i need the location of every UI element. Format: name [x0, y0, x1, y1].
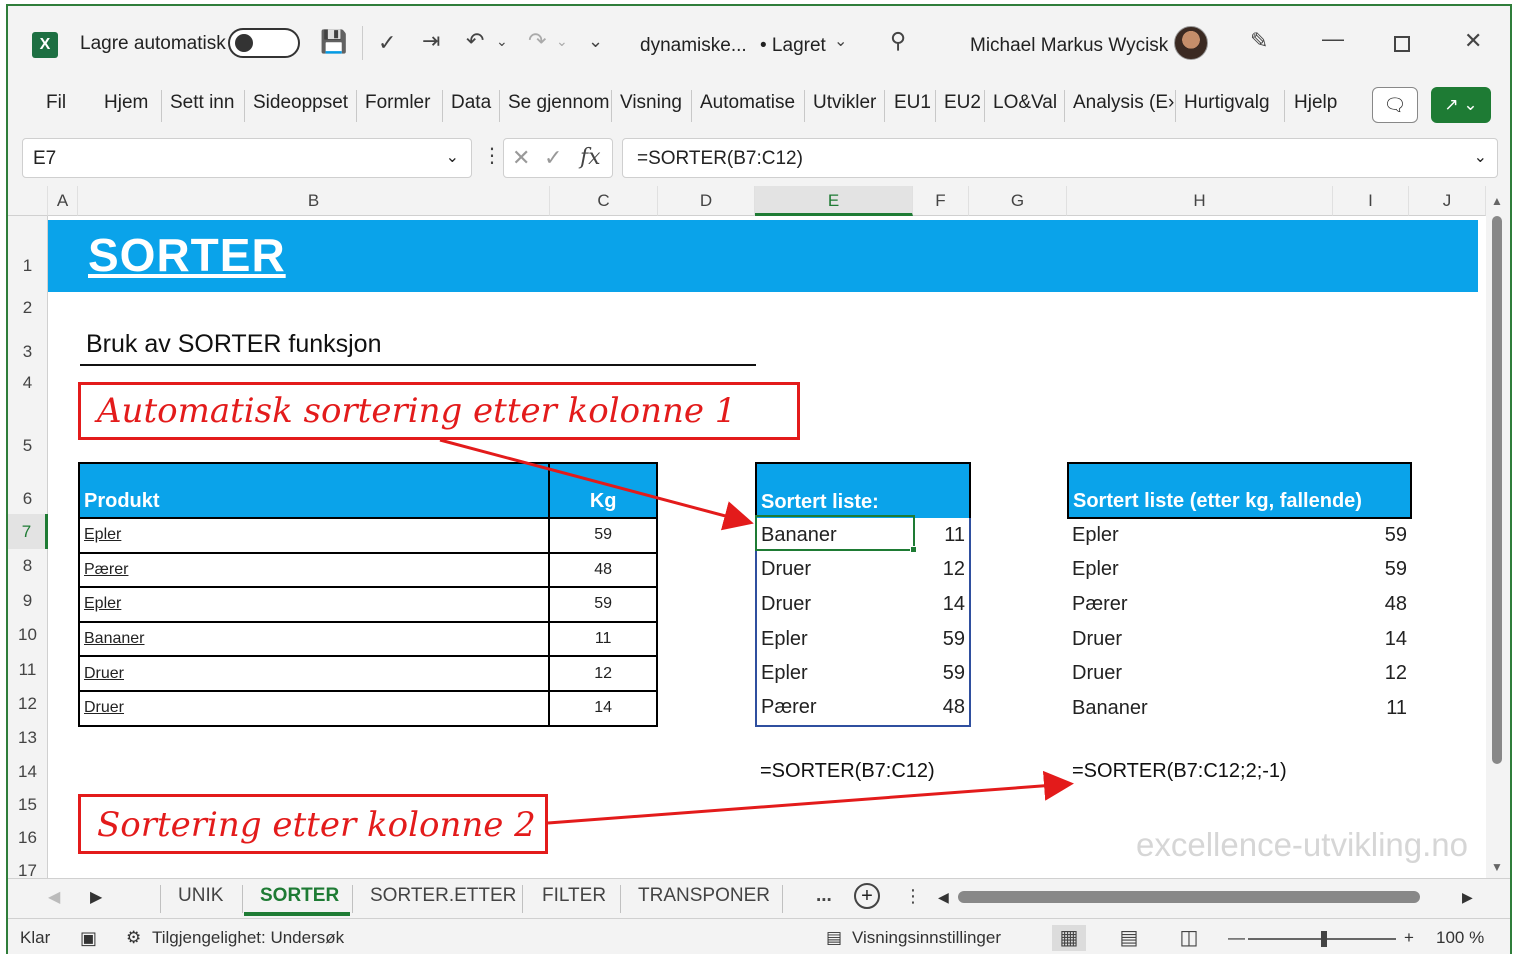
autosave-toggle[interactable]: [228, 28, 300, 58]
redo-icon[interactable]: ↷: [528, 30, 546, 52]
vertical-scrollbar[interactable]: ▲ ▼: [1486, 186, 1510, 878]
status-ready: Klar: [20, 928, 51, 947]
name-box[interactable]: E7 ⌄: [22, 138, 472, 178]
formula-controls: ✕ ✓ fx: [503, 138, 613, 178]
undo-icon[interactable]: ↶: [466, 30, 484, 52]
redo-dropdown-icon[interactable]: ⌄: [556, 34, 568, 48]
share-button[interactable]: ↗ ⌄: [1431, 87, 1491, 123]
formula-input[interactable]: =SORTER(B7:C12) ⌄: [622, 138, 1498, 178]
scroll-left-icon[interactable]: ◀: [938, 889, 949, 906]
more-sheets-button[interactable]: ...: [816, 885, 832, 907]
watermark: excellence-utvikling.no: [1136, 826, 1469, 863]
tab-fil[interactable]: Fil: [46, 92, 66, 114]
title-bar: X Lagre automatisk 💾 ✓ ⇥ ↶ ⌄ ↷ ⌄ ⌄ dynam…: [8, 6, 1510, 78]
file-name[interactable]: dynamiske...: [640, 35, 747, 57]
arrow-to-formula: [547, 770, 1074, 825]
scroll-up-icon[interactable]: ▲: [1491, 194, 1503, 208]
display-settings-icon[interactable]: ▤: [826, 928, 842, 948]
cancel-icon[interactable]: ✕: [512, 145, 530, 171]
next-sheet-icon[interactable]: ▶: [90, 887, 102, 907]
tab-hjelp[interactable]: Hjelp: [1294, 92, 1337, 114]
formula-text: =SORTER(B7:C12): [637, 148, 803, 169]
display-settings[interactable]: Visningsinnstillinger: [852, 928, 1001, 948]
customize-toolbar-icon[interactable]: ⌄: [588, 32, 603, 50]
tab-utvikler[interactable]: Utvikler: [813, 92, 876, 114]
tab-analysis[interactable]: Analysis (E›: [1073, 92, 1174, 114]
normal-view-icon[interactable]: ▦: [1052, 925, 1086, 951]
spellcheck-icon[interactable]: ✓: [378, 32, 396, 54]
minimize-icon[interactable]: —: [1322, 28, 1344, 50]
save-icon[interactable]: 💾: [320, 31, 347, 53]
tab-sideoppsett[interactable]: Sideoppset: [253, 92, 348, 114]
zoom-out-icon[interactable]: —: [1228, 928, 1245, 948]
page-break-icon[interactable]: ◫: [1172, 925, 1206, 951]
prev-sheet-icon[interactable]: ◀: [48, 887, 60, 907]
tab-formler[interactable]: Formler: [365, 92, 430, 114]
tab-loval[interactable]: LO&Val: [993, 92, 1057, 114]
search-icon[interactable]: ⚲: [890, 30, 906, 52]
maximize-icon[interactable]: [1394, 36, 1410, 52]
zoom-level[interactable]: 100 %: [1436, 928, 1484, 948]
tab-eu2[interactable]: EU2: [944, 92, 981, 114]
indent-icon[interactable]: ⇥: [422, 30, 440, 52]
tab-hurtigvalg[interactable]: Hurtigvalg: [1184, 92, 1270, 114]
sheet-tab-sorter-etter[interactable]: SORTER.ETTER: [370, 885, 516, 907]
add-sheet-icon[interactable]: +: [854, 883, 880, 909]
zoom-slider[interactable]: [1248, 931, 1396, 947]
more-options-icon[interactable]: ⋮: [482, 146, 502, 166]
name-box-value: E7: [33, 148, 57, 169]
tab-visning[interactable]: Visning: [620, 92, 682, 114]
autosave-label: Lagre automatisk: [80, 33, 226, 54]
comments-button[interactable]: 🗨: [1372, 87, 1418, 123]
tab-automatiser[interactable]: Automatise: [700, 92, 795, 114]
sheet-tab-transponer[interactable]: TRANSPONER: [638, 885, 770, 907]
ribbon-tabs: Fil Hjem Sett inn Sideoppset Formler Dat…: [8, 84, 1510, 130]
macro-record-icon[interactable]: ▣: [80, 928, 97, 949]
zoom-in-icon[interactable]: +: [1404, 928, 1414, 948]
excel-logo-icon: X: [32, 32, 58, 58]
sheet-tab-filter[interactable]: FILTER: [542, 885, 606, 907]
expand-formula-icon[interactable]: ⌄: [1474, 147, 1487, 167]
accessibility-icon[interactable]: ⚙: [126, 928, 141, 948]
user-name: Michael Markus Wycisk: [970, 35, 1169, 56]
tab-hjem[interactable]: Hjem: [104, 92, 148, 114]
arrows: [439, 438, 1074, 825]
worksheet[interactable]: A B C D E F G H I J 1 2 3 4 5 6 7 8 9 10…: [8, 186, 1510, 878]
sheet-tabs-bar: ◀ ▶ UNIK SORTER SORTER.ETTER FILTER TRAN…: [8, 878, 1510, 918]
chevron-down-icon[interactable]: ⌄: [834, 34, 847, 50]
insert-function-icon[interactable]: fx: [580, 145, 601, 170]
scroll-right-icon[interactable]: ▶: [1462, 889, 1473, 906]
avatar[interactable]: [1174, 26, 1208, 60]
vertical-scroll-thumb[interactable]: [1492, 216, 1502, 764]
tab-data[interactable]: Data: [451, 92, 491, 114]
accessibility-status[interactable]: Tilgjengelighet: Undersøk: [152, 928, 344, 948]
tab-sett-inn[interactable]: Sett inn: [170, 92, 234, 114]
status-bar: Klar ▣ ⚙ Tilgjengelighet: Undersøk ▤ Vis…: [8, 918, 1510, 954]
share-icon: ↗ ⌄: [1444, 95, 1478, 114]
scroll-down-icon[interactable]: ▼: [1491, 860, 1503, 874]
comment-icon: 🗨: [1383, 95, 1407, 115]
arrow-to-sorted: [439, 438, 754, 531]
tab-eu1[interactable]: EU1: [894, 92, 931, 114]
confirm-icon[interactable]: ✓: [544, 145, 562, 171]
chevron-down-icon[interactable]: ⌄: [446, 147, 459, 167]
undo-dropdown-icon[interactable]: ⌄: [496, 34, 508, 48]
page-layout-icon[interactable]: ▤: [1112, 925, 1146, 951]
saved-status[interactable]: • Lagret: [760, 35, 826, 57]
excel-window: X Lagre automatisk 💾 ✓ ⇥ ↶ ⌄ ↷ ⌄ ⌄ dynam…: [6, 4, 1512, 954]
more-options-icon[interactable]: ⋮: [904, 887, 922, 905]
horizontal-scroll-thumb[interactable]: [958, 891, 1420, 903]
sheet-tab-unik[interactable]: UNIK: [178, 885, 223, 907]
close-icon[interactable]: ✕: [1464, 30, 1482, 52]
tab-se-gjennom[interactable]: Se gjennom: [508, 92, 609, 114]
pen-icon[interactable]: ✎: [1250, 30, 1268, 52]
sheet-tab-sorter[interactable]: SORTER: [260, 885, 339, 907]
